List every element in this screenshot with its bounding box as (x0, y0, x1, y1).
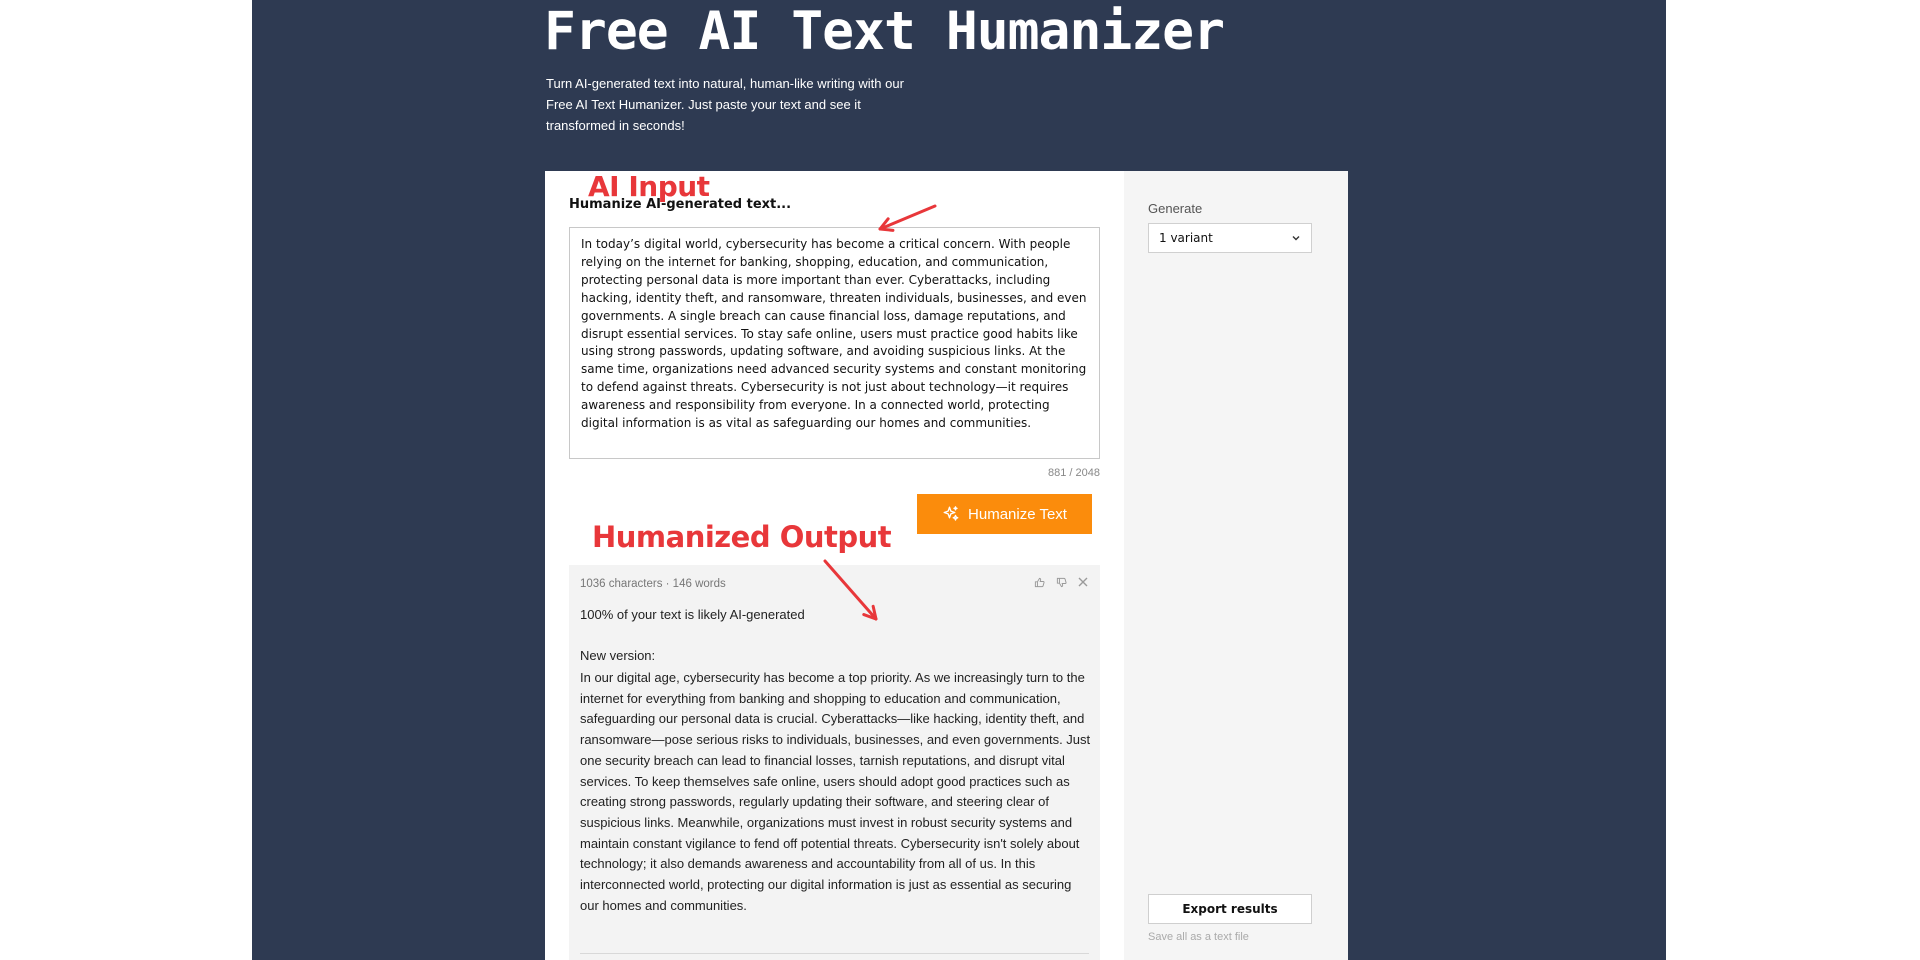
thumbs-down-icon[interactable] (1054, 575, 1068, 589)
humanize-button-label: Humanize Text (968, 505, 1067, 523)
output-card: 1036 characters · 146 words 100% of your… (569, 565, 1100, 960)
export-results-button[interactable]: Export results (1148, 894, 1312, 924)
settings-sidebar: Generate 1 variant Export results Save a… (1124, 171, 1348, 960)
output-actions (1032, 575, 1090, 589)
variant-select[interactable]: 1 variant (1148, 223, 1312, 253)
new-version-label: New version: (580, 648, 656, 663)
page-background: Free AI Text Humanizer Turn AI-generated… (252, 0, 1666, 960)
character-counter: 881 / 2048 (1048, 467, 1100, 479)
ai-detection-score: 100% of your text is likely AI-generated (580, 607, 805, 622)
close-icon[interactable] (1076, 575, 1090, 589)
ai-input-annotation: AI Input (588, 170, 710, 203)
output-stats: 1036 characters · 146 words (580, 578, 726, 590)
output-divider (580, 953, 1089, 954)
humanize-button[interactable]: Humanize Text (917, 494, 1092, 534)
chevron-down-icon (1292, 236, 1300, 241)
page-title: Free AI Text Humanizer (544, 1, 1225, 62)
humanizer-tool: Humanize AI-generated text... In today’s… (545, 171, 1348, 960)
page-description: Turn AI-generated text into natural, hum… (546, 76, 904, 133)
thumbs-up-icon[interactable] (1032, 575, 1046, 589)
humanized-output-annotation: Humanized Output (592, 520, 892, 554)
text-input[interactable]: In today’s digital world, cybersecurity … (569, 227, 1100, 459)
sparkle-icon (943, 506, 959, 521)
humanized-output-text: In our digital age, cybersecurity has be… (580, 670, 1091, 913)
variant-select-value: 1 variant (1159, 231, 1213, 245)
export-hint: Save all as a text file (1148, 931, 1249, 943)
generate-label: Generate (1148, 201, 1203, 216)
